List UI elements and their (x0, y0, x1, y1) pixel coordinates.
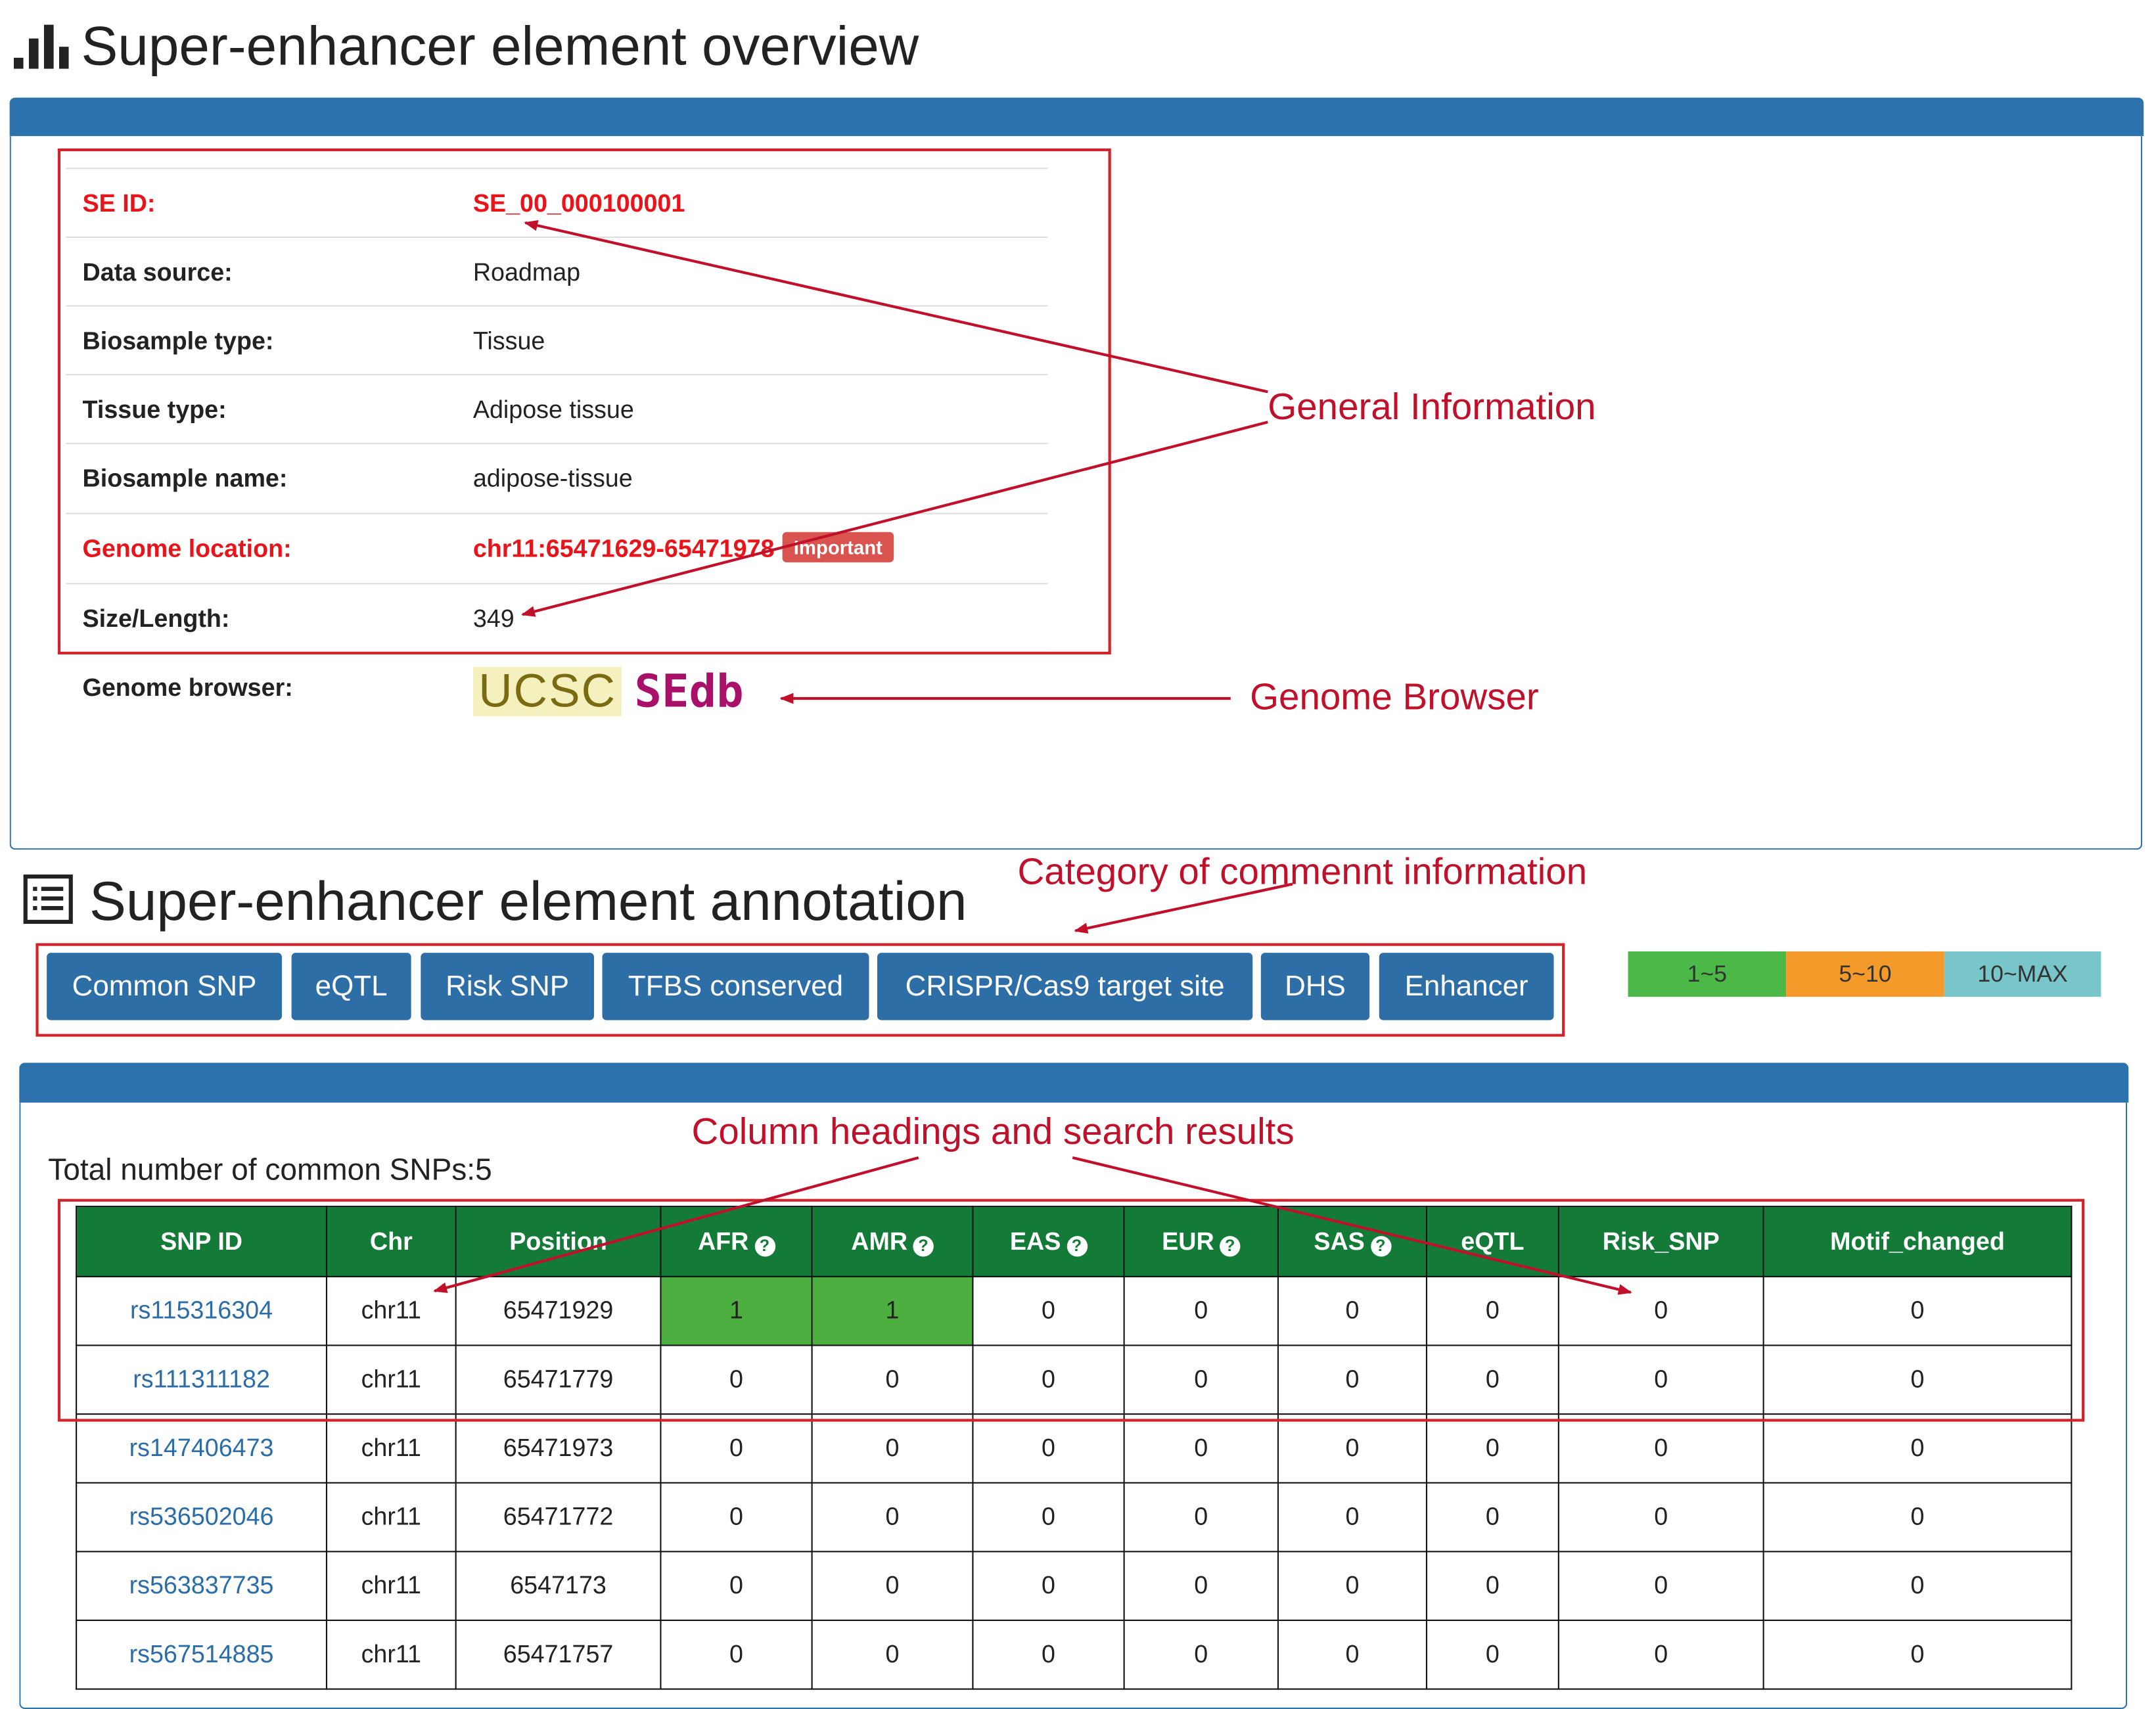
arrow-category (1074, 882, 1293, 934)
arrow-se-id (524, 220, 1268, 394)
arrow-columns-left (433, 1156, 919, 1293)
arrow-size (521, 421, 1268, 617)
arrow-columns-right (1072, 1156, 1632, 1295)
annotation-arrows (433, 220, 1632, 1295)
